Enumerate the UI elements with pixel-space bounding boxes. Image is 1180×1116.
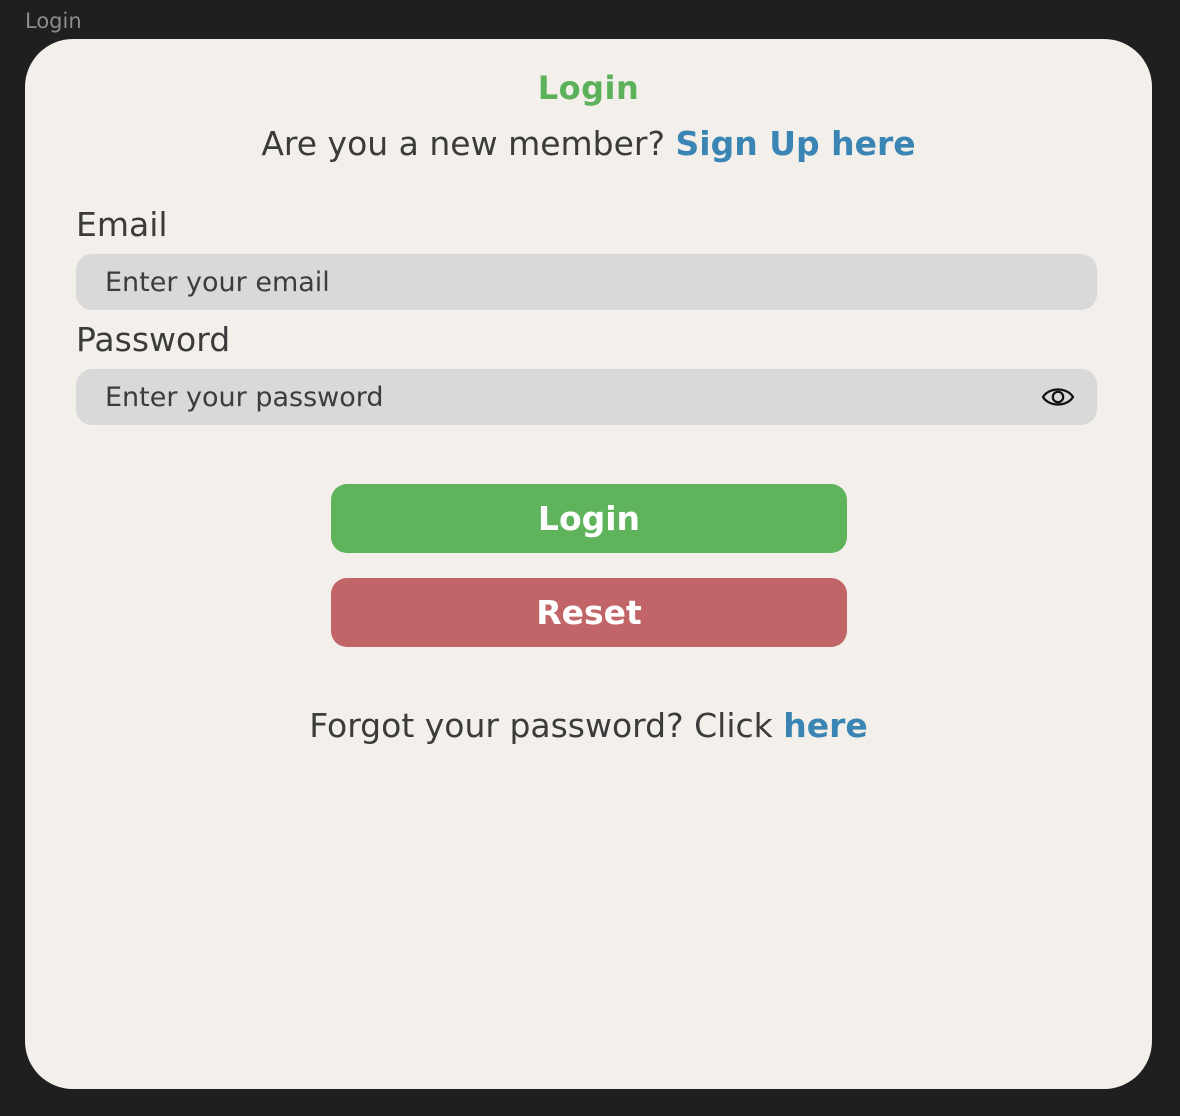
reset-button[interactable]: Reset: [331, 578, 847, 647]
email-label: Email: [76, 205, 168, 244]
password-field-container: [76, 369, 1097, 425]
eye-icon[interactable]: [1041, 383, 1075, 411]
email-field-container: [76, 254, 1097, 310]
password-field[interactable]: [76, 369, 1097, 425]
forgot-password-link[interactable]: here: [783, 706, 868, 745]
login-button[interactable]: Login: [331, 484, 847, 553]
signup-prompt-line: Are you a new member? Sign Up here: [25, 124, 1152, 163]
forgot-password-text: Forgot your password? Click: [309, 706, 784, 745]
signup-link[interactable]: Sign Up here: [676, 124, 916, 163]
signup-prompt-text: Are you a new member?: [261, 124, 676, 163]
page-title: Login: [537, 69, 640, 107]
forgot-password-line: Forgot your password? Click here: [25, 706, 1152, 745]
email-field[interactable]: [76, 254, 1097, 310]
login-card: Login Are you a new member? Sign Up here…: [25, 39, 1152, 1089]
password-label: Password: [76, 320, 231, 359]
frame-label: Login: [25, 9, 82, 33]
